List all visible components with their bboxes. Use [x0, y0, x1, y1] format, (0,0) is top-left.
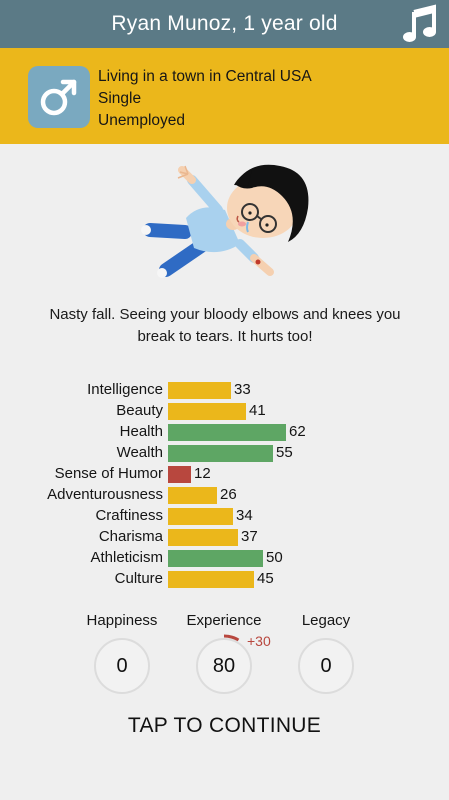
happiness-label: Happiness — [86, 612, 158, 629]
stat-value: 62 — [289, 423, 306, 440]
stat-label: Adventurousness — [47, 486, 163, 503]
stat-bar — [168, 403, 246, 420]
occupation-text: Unemployed — [98, 112, 186, 129]
stat-label: Health — [119, 423, 163, 440]
location-text: Living in a town in Central USA — [98, 68, 312, 85]
legacy-meter: Legacy 0 — [286, 612, 366, 694]
stat-label: Sense of Humor — [54, 465, 163, 482]
stat-row: Intelligence 33 — [0, 380, 449, 401]
stat-bar — [168, 571, 254, 588]
stat-bar — [168, 529, 238, 546]
experience-delta: +30 — [247, 633, 271, 649]
event-description: Nasty fall. Seeing your bloody elbows an… — [49, 306, 401, 345]
happiness-meter: Happiness 0 — [82, 612, 162, 694]
stat-row: Culture 45 — [0, 569, 449, 590]
stat-bar — [168, 382, 231, 399]
stat-label: Culture — [114, 570, 163, 587]
stat-value: 45 — [257, 570, 274, 587]
experience-meter: Experience 80 — [184, 612, 264, 694]
music-toggle-button[interactable] — [401, 4, 439, 44]
legacy-value: 0 — [298, 638, 354, 694]
stat-label: Charisma — [98, 528, 163, 545]
stat-bar — [168, 550, 263, 567]
stat-row: Wealth 55 — [0, 443, 449, 464]
stat-label: Athleticism — [90, 549, 163, 566]
stat-value: 26 — [220, 486, 237, 503]
stat-value: 55 — [276, 444, 293, 461]
stat-bar — [168, 445, 273, 462]
stats-chart: Intelligence 33 Beauty 41 Health 62 Wealth 55 Se… — [0, 380, 449, 590]
stat-row: Sense of Humor 12 — [0, 464, 449, 485]
profile-panel: Living in a town in Central USA Single U… — [0, 48, 449, 144]
stat-label: Beauty — [116, 402, 163, 419]
stat-value: 37 — [241, 528, 258, 545]
stat-value: 34 — [236, 507, 253, 524]
stat-label: Craftiness — [95, 507, 163, 524]
stat-bar — [168, 424, 286, 441]
happiness-value: 0 — [94, 638, 150, 694]
stat-value: 33 — [234, 381, 251, 398]
experience-label: Experience — [186, 612, 262, 629]
legacy-label: Legacy — [301, 612, 351, 629]
relationship-text: Single — [98, 90, 142, 107]
header-bar: Ryan Munoz, 1 year old — [0, 0, 449, 48]
gender-badge — [28, 66, 90, 128]
experience-value: 80 — [196, 638, 252, 694]
male-symbol-icon — [40, 79, 77, 116]
stat-label: Wealth — [116, 444, 163, 461]
stat-row: Craftiness 34 — [0, 506, 449, 527]
stat-bar — [168, 487, 217, 504]
stat-label: Intelligence — [87, 381, 163, 398]
stat-row: Athleticism 50 — [0, 548, 449, 569]
stat-row: Health 62 — [0, 422, 449, 443]
stat-row: Beauty 41 — [0, 401, 449, 422]
tap-to-continue-button[interactable]: TAP TO CONTINUE — [0, 714, 449, 738]
stat-row: Adventurousness 26 — [0, 485, 449, 506]
stat-bar — [168, 466, 191, 483]
character-name-age: Ryan Munoz, 1 year old — [111, 12, 338, 35]
stat-bar — [168, 508, 233, 525]
stat-value: 50 — [266, 549, 283, 566]
stat-row: Charisma 37 — [0, 527, 449, 548]
stat-value: 12 — [194, 465, 211, 482]
stat-value: 41 — [249, 402, 266, 419]
profile-details: Living in a town in Central USA Single U… — [98, 66, 312, 132]
music-note-icon — [403, 4, 436, 42]
fallen-child-illustration — [130, 152, 330, 302]
